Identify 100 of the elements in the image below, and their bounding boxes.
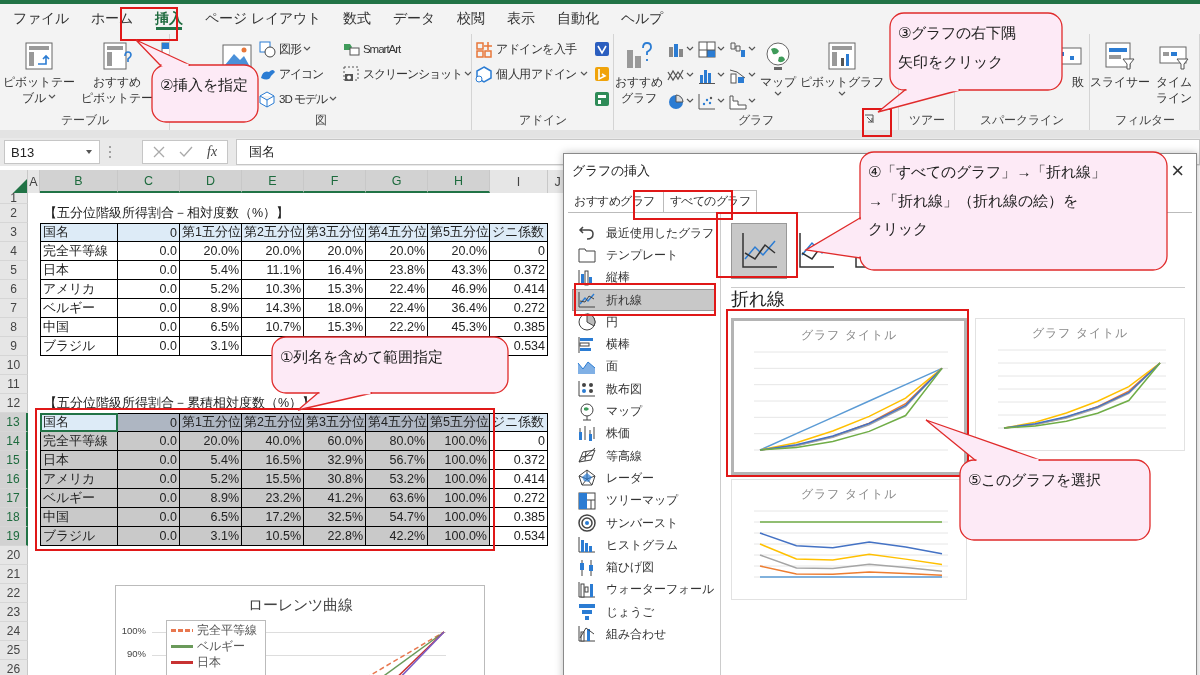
row-number[interactable]: 10 xyxy=(0,356,28,375)
ribbon-tab[interactable]: 数式 xyxy=(331,4,382,34)
table-header: 第3五分位 xyxy=(304,223,366,242)
column-header[interactable]: I xyxy=(490,170,548,193)
ribbon-tab[interactable]: 表示 xyxy=(495,4,546,34)
callout-text: 矢印をクリック xyxy=(898,51,1003,72)
table-cell: 日本 xyxy=(40,261,118,280)
chart-type-item[interactable]: 組み合わせ xyxy=(572,623,716,646)
chart-type-item[interactable]: ツリーマップ xyxy=(572,489,716,512)
ribbon-button[interactable]: マップ xyxy=(759,38,797,102)
row-number[interactable]: 1 xyxy=(0,193,28,204)
ribbon-button[interactable]: SmartArt xyxy=(341,38,471,60)
table-cell: ベルギー xyxy=(40,489,118,508)
chart-preview[interactable]: グラフ タイトル xyxy=(975,318,1185,451)
table-header: 国名 xyxy=(40,223,118,242)
chart-type-item[interactable]: 箱ひげ図 xyxy=(572,556,716,579)
chart-area[interactable]: ローレンツ曲線 100% 90% 完全平等線 ベルギー 日本 xyxy=(115,585,485,675)
ribbon-button[interactable]: 図形 xyxy=(258,38,338,60)
row-number[interactable]: 8 xyxy=(0,318,28,337)
ribbon-tab[interactable]: 自動化 xyxy=(545,4,610,34)
ribbon-button[interactable]: アイコン xyxy=(258,63,338,85)
column-header[interactable]: C xyxy=(118,170,180,193)
column-header[interactable]: F xyxy=(304,170,366,193)
chart-type-item[interactable]: じょうご xyxy=(572,601,716,624)
chart-type-item[interactable]: 散布図 xyxy=(572,378,716,401)
row-number[interactable]: 23 xyxy=(0,603,28,622)
ribbon-tab[interactable]: ファイル xyxy=(2,4,80,34)
row-number[interactable]: 9 xyxy=(0,337,28,356)
ribbon-button[interactable]: 個人用アドイン xyxy=(474,63,589,85)
table-cell: 0.0 xyxy=(118,280,180,299)
insert-function-button[interactable]: fx xyxy=(207,144,218,160)
column-header[interactable]: D xyxy=(180,170,242,193)
chart-type-item[interactable]: 面 xyxy=(572,355,716,379)
row-number[interactable]: 4 xyxy=(0,242,28,261)
table-cell: 22.8% xyxy=(304,527,366,546)
ribbon-tab[interactable]: データ xyxy=(381,4,446,34)
callout-text: ①列名を含めて範囲指定 xyxy=(280,347,444,367)
chart-type-item[interactable]: テンプレート xyxy=(572,244,716,267)
row-number[interactable]: 13 xyxy=(0,413,28,432)
table-header: 第1五分位 xyxy=(180,223,242,242)
chart-type-item[interactable]: 横棒 xyxy=(572,333,716,356)
row-number[interactable]: 21 xyxy=(0,565,28,584)
ribbon-button[interactable]: ピボットグラフ xyxy=(799,38,885,102)
ribbon-button[interactable]: タイム ライン xyxy=(1155,38,1193,109)
column-header[interactable]: E xyxy=(242,170,304,193)
row-number[interactable]: 16 xyxy=(0,470,28,489)
column-header[interactable]: H xyxy=(428,170,490,193)
row-number[interactable]: 2 xyxy=(0,204,28,223)
table-cell: 63.6% xyxy=(366,489,428,508)
chart-type-item[interactable]: ウォーターフォール xyxy=(572,578,716,602)
chart-type-item[interactable]: サンバースト xyxy=(572,511,716,535)
ribbon-tab[interactable]: ヘルプ xyxy=(609,4,674,34)
ribbon-tab[interactable]: ページ レイアウト xyxy=(194,4,332,34)
group-label: グラフ xyxy=(738,112,774,128)
row-number[interactable]: 3 xyxy=(0,223,28,242)
row-number[interactable]: 15 xyxy=(0,451,28,470)
chart-type-item[interactable]: 円 xyxy=(572,311,716,334)
chart-type-item[interactable]: 縦棒 xyxy=(572,266,716,289)
chart-type-item[interactable]: マップ xyxy=(572,400,716,423)
row-number[interactable]: 18 xyxy=(0,508,28,527)
ribbon-button[interactable]: スクリーンショット xyxy=(341,63,471,85)
table-header: 0 xyxy=(118,413,180,432)
chart-type-item[interactable]: ヒストグラム xyxy=(572,534,716,557)
row-number[interactable]: 24 xyxy=(0,622,28,641)
ribbon-button[interactable]: スライサー xyxy=(1090,38,1151,93)
column-header[interactable]: J xyxy=(548,170,563,193)
table-header: 第4五分位 xyxy=(366,413,428,432)
column-header[interactable]: A xyxy=(28,170,40,193)
row-number[interactable]: 22 xyxy=(0,584,28,603)
row-number[interactable]: 7 xyxy=(0,299,28,318)
ribbon-button[interactable]: アドインを入手 xyxy=(474,38,589,60)
chart-preview[interactable]: グラフ タイトル xyxy=(731,318,967,475)
ribbon-tab[interactable]: 校閲 xyxy=(445,4,496,34)
chart-preview[interactable]: グラフ タイトル xyxy=(731,479,967,600)
column-header[interactable]: G xyxy=(366,170,428,193)
row-number[interactable]: 17 xyxy=(0,489,28,508)
table-cell: 23.2% xyxy=(242,489,304,508)
chart-type-item[interactable]: 株価 xyxy=(572,422,716,445)
row-number[interactable]: 14 xyxy=(0,432,28,451)
chart-type-item[interactable]: レーダー xyxy=(572,467,716,490)
chart-type-item[interactable]: 折れ線 xyxy=(572,288,716,312)
row-number[interactable]: 11 xyxy=(0,375,28,394)
table-cell: 60.0% xyxy=(304,432,366,451)
row-number[interactable]: 20 xyxy=(0,546,28,565)
name-box[interactable]: B13 xyxy=(4,140,100,164)
table-header: 0 xyxy=(118,223,180,242)
chart-type-item[interactable]: 最近使用したグラフ xyxy=(572,222,716,245)
ribbon-button[interactable]: 3D モデル xyxy=(258,88,338,110)
ribbon-button[interactable]: おすすめ グラフ xyxy=(614,38,664,109)
chart-type-item[interactable]: 等高線 xyxy=(572,444,716,468)
column-header[interactable]: B xyxy=(40,170,118,193)
row-number[interactable]: 5 xyxy=(0,261,28,280)
row-number[interactable]: 19 xyxy=(0,527,28,546)
table-cell: 36.4% xyxy=(428,299,490,318)
row-number[interactable]: 6 xyxy=(0,280,28,299)
table-title: 【五分位階級所得割合－相対度数（%）】 xyxy=(44,205,290,222)
row-number[interactable]: 25 xyxy=(0,641,28,660)
row-number[interactable]: 26 xyxy=(0,660,28,675)
ribbon-button[interactable]: ピボットテー ブル xyxy=(2,38,76,109)
row-number[interactable]: 12 xyxy=(0,394,28,413)
